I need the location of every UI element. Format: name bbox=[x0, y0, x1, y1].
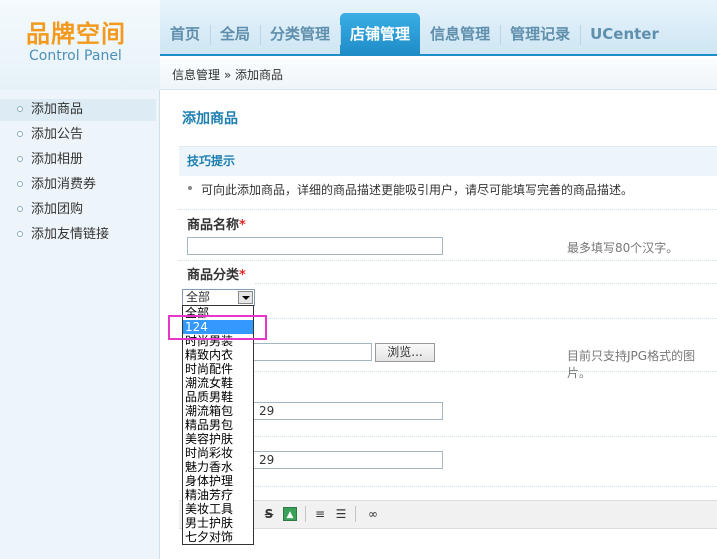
sidebar-item-add-groupbuy[interactable]: 添加团购 bbox=[0, 199, 156, 221]
nav-store-management[interactable]: 店铺管理 bbox=[340, 13, 421, 56]
nav-home[interactable]: 首页 bbox=[160, 13, 210, 56]
product-name-label: 商品名称* bbox=[187, 214, 246, 233]
tip-text: 可向此添加商品，详细的商品描述更能吸引用户，请尽可能填写完善的商品描述。 bbox=[201, 183, 634, 197]
nav-info-management[interactable]: 信息管理 bbox=[420, 13, 500, 56]
label-text: 商品名称 bbox=[187, 218, 240, 233]
dropdown-option[interactable]: 精油芳疗 bbox=[183, 488, 253, 502]
dropdown-option[interactable]: 品质男鞋 bbox=[183, 390, 253, 404]
dropdown-option[interactable]: 潮流女鞋 bbox=[183, 376, 253, 390]
divider bbox=[179, 260, 717, 261]
divider bbox=[267, 318, 717, 319]
sidebar-item-add-friend-link[interactable]: 添加友情链接 bbox=[0, 224, 156, 246]
bullet-icon bbox=[17, 131, 23, 137]
divider bbox=[255, 283, 717, 284]
bullet-icon bbox=[17, 106, 23, 112]
label-text: 商品分类 bbox=[187, 268, 240, 283]
sidebar-item-add-album[interactable]: 添加相册 bbox=[0, 149, 156, 171]
nav-admin-log[interactable]: 管理记录 bbox=[500, 13, 580, 56]
product-name-input[interactable] bbox=[187, 237, 443, 255]
logo-subtitle: Control Panel bbox=[29, 48, 122, 64]
sidebar-item-label: 添加商品 bbox=[31, 102, 84, 117]
sidebar-item-add-notice[interactable]: 添加公告 bbox=[0, 124, 156, 146]
bullet-icon bbox=[17, 156, 23, 162]
page-title: 添加商品 bbox=[182, 111, 238, 127]
category-select-value: 全部 bbox=[186, 290, 211, 304]
divider bbox=[179, 209, 717, 210]
nav-global[interactable]: 全局 bbox=[210, 13, 260, 56]
link-icon[interactable]: ∞ bbox=[364, 507, 382, 521]
product-name-hint: 最多填写80个汉字。 bbox=[567, 241, 679, 255]
tips-title: 技巧提示 bbox=[187, 154, 236, 168]
bullet-icon bbox=[17, 206, 23, 212]
logo-area: 品牌空间 Control Panel bbox=[0, 0, 160, 90]
sidebar-item-add-product[interactable]: 添加商品 bbox=[0, 99, 156, 121]
bullet-icon bbox=[17, 231, 23, 237]
sidebar-item-label: 添加团购 bbox=[31, 202, 84, 217]
dropdown-option[interactable]: 魅力香水 bbox=[183, 460, 253, 474]
breadcrumb: 信息管理 » 添加商品 bbox=[172, 68, 283, 82]
dropdown-option[interactable]: 男士护肤 bbox=[183, 516, 253, 530]
sidebar-item-label: 添加友情链接 bbox=[31, 227, 110, 242]
browse-button[interactable]: 浏览... bbox=[375, 343, 435, 362]
tips-header bbox=[179, 146, 717, 176]
sidebar-item-label: 添加消费券 bbox=[31, 177, 97, 192]
sidebar-item-label: 添加公告 bbox=[31, 127, 84, 142]
sidebar-item-add-coupon[interactable]: 添加消费券 bbox=[0, 174, 156, 196]
dropdown-option[interactable]: 身体护理 bbox=[183, 474, 253, 488]
dropdown-option[interactable]: 时尚彩妆 bbox=[183, 446, 253, 460]
sidebar: 添加商品 添加公告 添加相册 添加消费券 添加团购 添加友情链接 bbox=[0, 90, 160, 559]
divider bbox=[255, 486, 717, 487]
editor-toolbar bbox=[179, 500, 717, 529]
toolbar-separator bbox=[305, 506, 306, 522]
bullet-icon bbox=[188, 186, 192, 190]
logo-title: 品牌空间 bbox=[26, 20, 126, 48]
align-icon[interactable]: ≡ bbox=[313, 507, 327, 521]
divider bbox=[255, 371, 717, 372]
required-mark: * bbox=[239, 268, 246, 283]
divider bbox=[255, 436, 717, 437]
dropdown-option[interactable]: 美容护肤 bbox=[183, 432, 253, 446]
dropdown-option[interactable]: 精致内衣 bbox=[183, 348, 253, 362]
category-select[interactable]: 全部 bbox=[182, 289, 255, 306]
top-nav: 首页 全局 分类管理 店铺管理 信息管理 管理记录 UCenter bbox=[160, 13, 669, 56]
image-icon[interactable]: ▲ bbox=[283, 507, 297, 521]
nav-ucenter[interactable]: UCenter bbox=[580, 13, 669, 56]
image-format-hint: 目前只支持JPG格式的图片。 bbox=[567, 349, 696, 380]
toolbar-separator bbox=[355, 506, 356, 522]
sidebar-item-label: 添加相册 bbox=[31, 152, 84, 167]
highlight-annotation bbox=[168, 315, 267, 340]
nav-category-management[interactable]: 分类管理 bbox=[260, 13, 340, 56]
category-dropdown-list[interactable]: 全部 124 时尚男装 精致内衣 时尚配件 潮流女鞋 品质男鞋 潮流箱包 精品男… bbox=[182, 305, 254, 545]
dropdown-option[interactable]: 精品男包 bbox=[183, 418, 253, 432]
bullet-icon bbox=[17, 181, 23, 187]
dropdown-option[interactable]: 潮流箱包 bbox=[183, 404, 253, 418]
required-mark: * bbox=[239, 218, 246, 233]
product-category-label: 商品分类* bbox=[187, 264, 246, 283]
dropdown-option[interactable]: 美妆工具 bbox=[183, 502, 253, 516]
dropdown-option[interactable]: 时尚配件 bbox=[183, 362, 253, 376]
list-icon[interactable]: ☰ bbox=[334, 507, 348, 521]
chevron-down-icon[interactable] bbox=[238, 291, 253, 304]
strikethrough-icon[interactable]: S bbox=[262, 507, 276, 521]
dropdown-option[interactable]: 七夕对饰 bbox=[183, 530, 253, 544]
